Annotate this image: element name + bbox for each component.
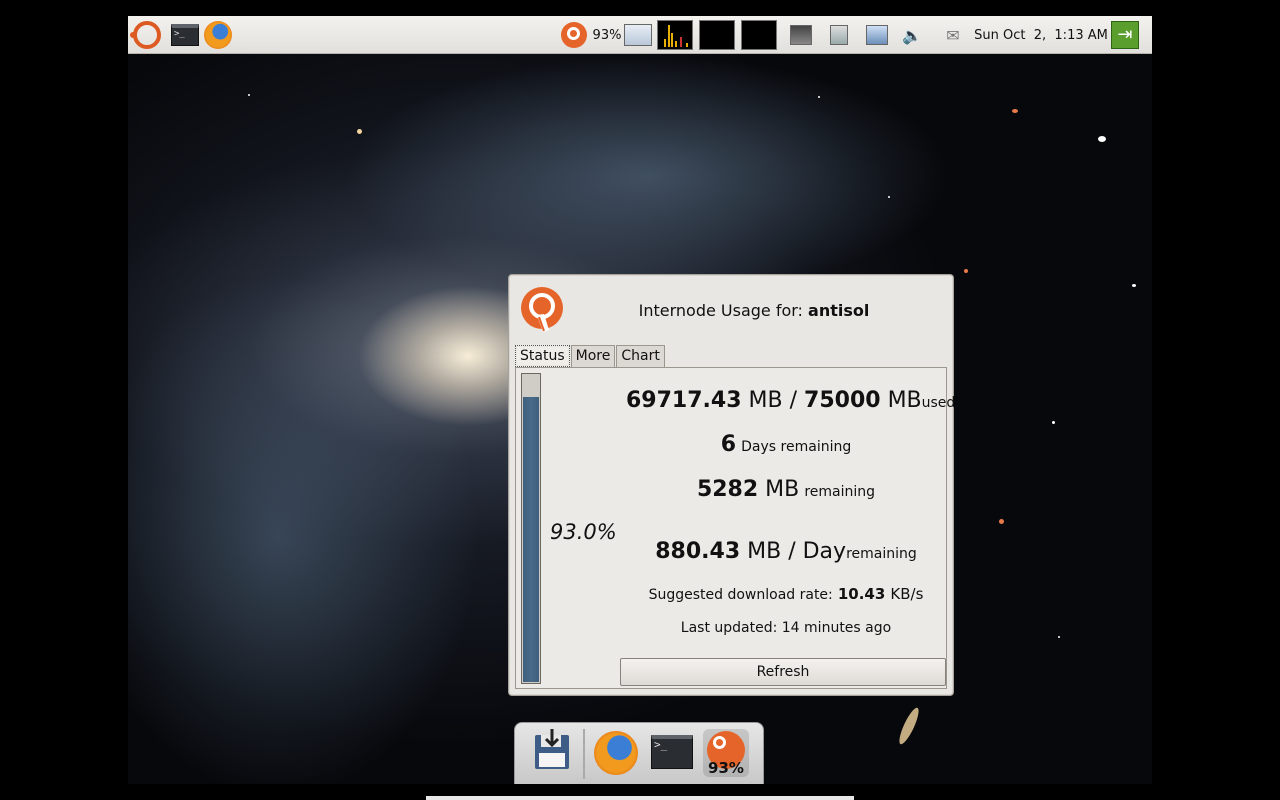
star xyxy=(1012,109,1018,113)
used-unit: MB xyxy=(748,388,783,413)
star xyxy=(1132,284,1136,287)
used-line: 69717.43 MB / 75000 MBused. xyxy=(626,388,960,413)
edge-galaxy xyxy=(896,705,922,747)
network-graph-icon xyxy=(741,20,777,50)
last-updated: Last updated: 14 minutes ago xyxy=(680,620,892,636)
remaining-unit: MB xyxy=(765,477,800,502)
firefox-icon xyxy=(204,21,232,49)
clipboard-icon xyxy=(830,25,848,45)
usage-percent-label: 93.0% xyxy=(550,520,617,544)
used-value: 69717.43 xyxy=(626,388,742,413)
desktop: >_ 93% 🔈 ✉ Sun Oct 2, 1:13 AM ⇥ Internod… xyxy=(128,16,1152,784)
usage-progress-fill xyxy=(523,396,539,682)
clipboard-applet[interactable] xyxy=(826,20,852,50)
refresh-button[interactable]: Refresh xyxy=(620,658,946,686)
monitor-icon xyxy=(790,25,812,45)
clock-text: Sun Oct 2, 1:13 AM xyxy=(974,27,1108,43)
dock-item-firefox[interactable] xyxy=(593,729,639,777)
floppy-icon xyxy=(535,729,569,769)
used-suffix: used. xyxy=(921,395,960,411)
display-applet[interactable] xyxy=(788,20,814,50)
days-line: 6 Days remaining xyxy=(626,432,946,457)
internode-icon xyxy=(561,22,587,48)
days-value: 6 xyxy=(720,432,737,457)
network-icon xyxy=(866,25,888,45)
per-day-value: 880.43 xyxy=(655,539,741,564)
status-panel: 93.0% 69717.43 MB / 75000 MBused. 6 Days… xyxy=(515,367,960,689)
star xyxy=(999,519,1004,524)
firefox-launcher[interactable] xyxy=(202,20,234,50)
system-monitor-mem[interactable] xyxy=(698,20,736,50)
dock-item-internode[interactable]: 93% xyxy=(703,729,749,777)
screen-bottom-bar xyxy=(426,796,854,800)
internode-applet[interactable] xyxy=(560,20,588,50)
dock-separator xyxy=(583,729,585,779)
tab-status[interactable]: Status xyxy=(515,345,570,367)
remaining-value: 5282 xyxy=(696,477,759,502)
system-monitor-net[interactable] xyxy=(740,20,778,50)
star xyxy=(1098,136,1106,142)
quota-value: 75000 xyxy=(804,388,881,413)
applications-menu-button[interactable] xyxy=(130,20,162,50)
remaining-suffix: remaining xyxy=(804,484,876,500)
rate-unit: KB/s xyxy=(890,585,924,603)
per-day-suffix: remaining xyxy=(846,546,917,562)
dock-item-save[interactable] xyxy=(529,729,575,777)
tab-more[interactable]: More xyxy=(570,345,616,367)
star xyxy=(818,96,820,98)
speaker-icon: 🔈 xyxy=(902,25,922,45)
quota-unit: MB xyxy=(887,388,922,413)
star xyxy=(248,94,250,96)
volume-applet[interactable]: 🔈 xyxy=(900,20,924,50)
per-day-line: 880.43 MB / Dayremaining xyxy=(626,539,946,564)
clock-applet[interactable]: Sun Oct 2, 1:13 AM xyxy=(974,20,1108,50)
rate-label: Suggested download rate: xyxy=(648,587,833,603)
star xyxy=(357,129,362,134)
star xyxy=(888,196,890,198)
system-monitor-cpu[interactable] xyxy=(656,20,694,50)
title-username: antisol xyxy=(808,301,870,320)
terminal-icon: >_ xyxy=(171,24,199,46)
envelope-icon: ✉ xyxy=(946,25,960,45)
window-title: Internode Usage for: antisol xyxy=(569,301,939,320)
per-day-unit: MB / Day xyxy=(747,539,847,564)
memory-graph-icon xyxy=(699,20,735,50)
dock: >_ 93% xyxy=(514,722,764,784)
remaining-line: 5282 MB remaining xyxy=(626,477,946,502)
battery-percent: 93% xyxy=(592,27,622,43)
workspace-switcher[interactable] xyxy=(622,20,654,50)
logout-button[interactable]: ⇥ xyxy=(1110,20,1140,50)
used-separator: / xyxy=(789,388,798,413)
switcher-icon xyxy=(624,24,652,46)
terminal-icon: >_ xyxy=(651,735,693,769)
firefox-icon xyxy=(594,731,638,775)
star xyxy=(964,269,968,273)
internode-logo-icon xyxy=(521,287,563,332)
internode-usage-window: Internode Usage for: antisol Status More… xyxy=(508,274,960,696)
dock-item-terminal[interactable]: >_ xyxy=(649,729,695,777)
terminal-launcher[interactable]: >_ xyxy=(170,20,200,50)
ubuntu-logo-icon xyxy=(130,21,161,49)
rate-line: Suggested download rate: 10.43 KB/s xyxy=(626,584,946,603)
rate-value: 10.43 xyxy=(837,585,886,603)
mail-applet[interactable]: ✉ xyxy=(940,20,966,50)
title-prefix: Internode Usage for: xyxy=(638,301,803,320)
internode-badge: 93% xyxy=(708,759,744,777)
star xyxy=(1058,636,1060,638)
usage-progress-bar xyxy=(521,373,541,684)
tab-bar: Status More Chart xyxy=(515,345,666,367)
battery-status[interactable]: 93% xyxy=(590,20,624,50)
cpu-graph-icon xyxy=(657,20,693,50)
star xyxy=(1052,421,1055,424)
exit-icon: ⇥ xyxy=(1111,21,1139,49)
tab-chart[interactable]: Chart xyxy=(616,345,665,367)
network-applet[interactable] xyxy=(864,20,890,50)
top-panel: >_ 93% 🔈 ✉ Sun Oct 2, 1:13 AM ⇥ xyxy=(128,16,1152,54)
days-suffix: Days remaining xyxy=(741,439,852,455)
